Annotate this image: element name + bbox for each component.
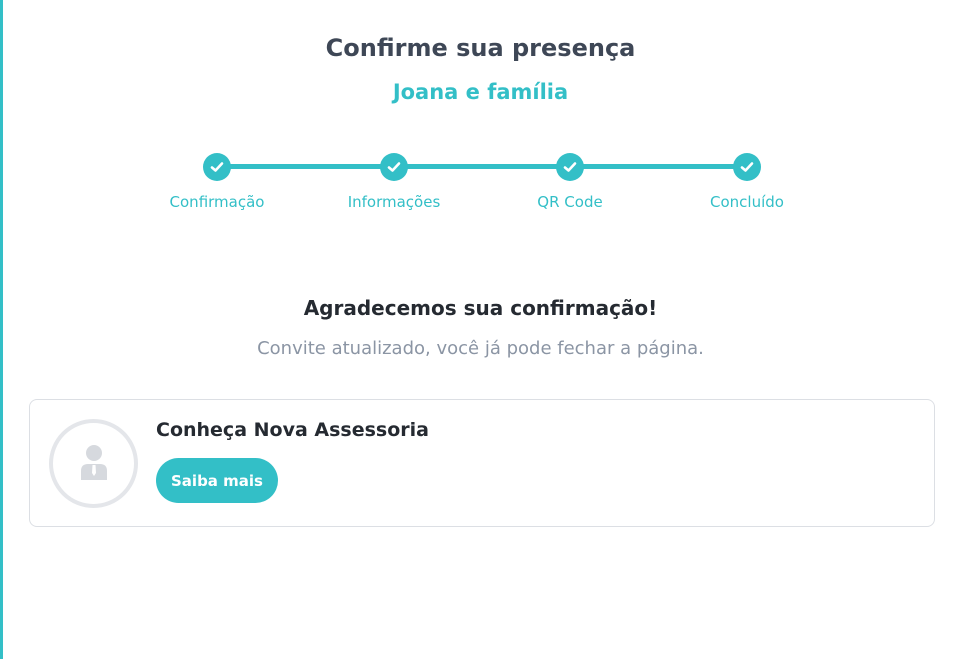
step-label: Concluído xyxy=(710,193,784,211)
step-label: QR Code xyxy=(537,193,603,211)
saiba-mais-button[interactable]: Saiba mais xyxy=(156,458,278,503)
avatar xyxy=(49,419,138,508)
confirmation-message: Convite atualizado, você já pode fechar … xyxy=(257,338,704,359)
promo-card: Conheça Nova Assessoria Saiba mais xyxy=(29,399,935,527)
step-concluido: Concluído xyxy=(667,153,827,211)
step-label: Confirmação xyxy=(169,193,265,211)
check-icon xyxy=(380,153,408,181)
user-placeholder-icon xyxy=(79,443,109,485)
step-label: Informações xyxy=(347,193,441,211)
confirmation-heading: Agradecemos sua confirmação! xyxy=(303,296,658,320)
step-qr-code: QR Code xyxy=(490,153,650,211)
check-icon xyxy=(556,153,584,181)
step-informacoes: Informações xyxy=(314,153,474,211)
check-icon xyxy=(733,153,761,181)
progress-stepper: Confirmação Informações QR Code Concluíd… xyxy=(0,0,961,230)
step-confirmacao: Confirmação xyxy=(137,153,297,211)
card-title: Conheça Nova Assessoria xyxy=(156,419,429,441)
check-icon xyxy=(203,153,231,181)
